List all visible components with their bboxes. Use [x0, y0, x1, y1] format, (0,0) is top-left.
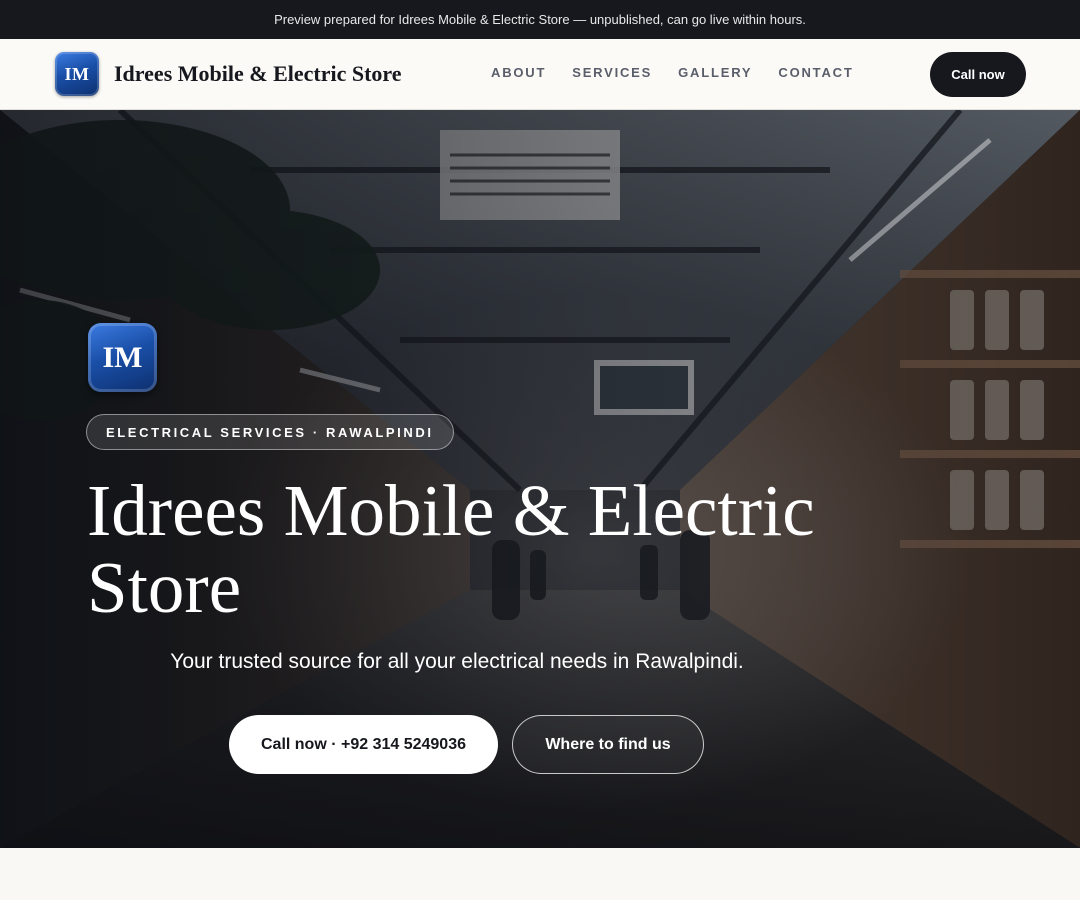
hero-logo-initials: IM — [102, 340, 143, 374]
header-call-button[interactable]: Call now — [930, 52, 1026, 97]
hero-subtitle: Your trusted source for all your electri… — [170, 650, 744, 673]
main-nav: ABOUT SERVICES GALLERY CONTACT — [491, 65, 854, 80]
hero-title: Idrees Mobile & Electric Store — [87, 470, 815, 628]
hero-location-button[interactable]: Where to find us — [512, 715, 704, 774]
site-header: IM Idrees Mobile & Electric Store ABOUT … — [0, 39, 1080, 110]
announcement-bar: Preview prepared for Idrees Mobile & Ele… — [0, 0, 1080, 39]
nav-link-gallery[interactable]: GALLERY — [678, 65, 752, 80]
logo-initials: IM — [64, 63, 90, 84]
hero-call-button[interactable]: Call now · +92 314 5249036 — [229, 715, 498, 774]
logo-icon[interactable]: IM — [55, 52, 99, 96]
nav-link-services[interactable]: SERVICES — [572, 65, 652, 80]
hero-section: IM ELECTRICAL SERVICES · RAWALPINDI Idre… — [0, 110, 1080, 848]
nav-link-about[interactable]: ABOUT — [491, 65, 546, 80]
hero-eyebrow-badge: ELECTRICAL SERVICES · RAWALPINDI — [86, 414, 454, 450]
brand-name[interactable]: Idrees Mobile & Electric Store — [114, 61, 402, 87]
announcement-text: Preview prepared for Idrees Mobile & Ele… — [274, 12, 806, 27]
nav-link-contact[interactable]: CONTACT — [778, 65, 853, 80]
hero-logo-icon: IM — [88, 323, 157, 392]
